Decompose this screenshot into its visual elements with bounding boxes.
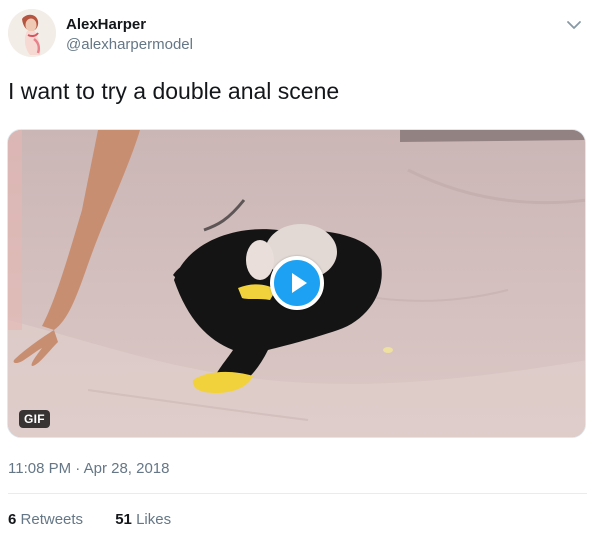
tweet-header: AlexHarper @alexharpermodel (8, 9, 588, 61)
retweets-count: 6 (8, 511, 17, 528)
gif-badge: GIF (19, 410, 50, 428)
likes-count: 51 (115, 511, 132, 528)
divider (8, 493, 587, 494)
avatar[interactable] (8, 9, 56, 57)
author-names: AlexHarper @alexharpermodel (66, 15, 193, 55)
retweets-label: Retweets (20, 511, 84, 528)
media-gif[interactable]: GIF (7, 129, 586, 438)
author-display-name[interactable]: AlexHarper (66, 15, 193, 35)
tweet-card: AlexHarper @alexharpermodel I want to tr… (0, 0, 595, 539)
retweets-stat[interactable]: 6 Retweets (8, 510, 83, 530)
play-icon (292, 273, 307, 293)
tweet-stats: 6 Retweets 51 Likes (8, 510, 199, 530)
chevron-down-icon[interactable] (564, 15, 584, 35)
likes-label: Likes (136, 511, 172, 528)
tweet-timestamp[interactable]: 11:08 PM · Apr 28, 2018 (8, 459, 170, 479)
author-handle[interactable]: @alexharpermodel (66, 35, 193, 55)
avatar-image (8, 9, 56, 57)
play-button[interactable] (270, 256, 324, 310)
tweet-text: I want to try a double anal scene (8, 78, 340, 104)
likes-stat[interactable]: 51 Likes (115, 510, 171, 530)
